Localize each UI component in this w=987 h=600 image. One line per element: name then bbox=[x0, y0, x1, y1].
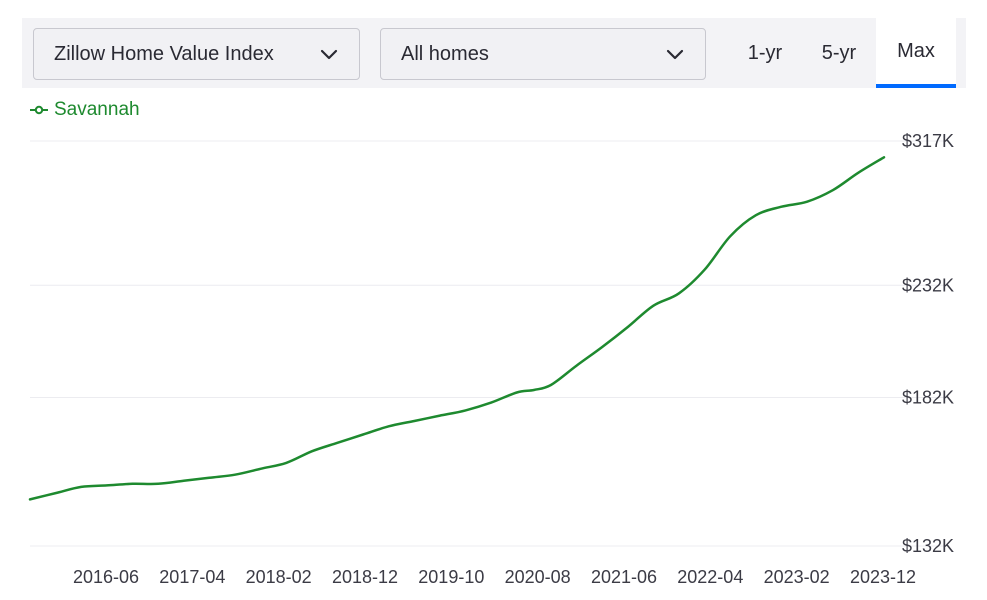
x-tick-label: 2023-02 bbox=[764, 567, 830, 587]
series-line-savannah bbox=[28, 156, 886, 501]
x-tick-label: 2019-10 bbox=[418, 567, 484, 587]
x-tick-label: 2020-08 bbox=[505, 567, 571, 587]
line-chart: $317K $232K $182K $132K 2016-06 2017-04 2018-0… bbox=[28, 131, 954, 587]
x-tick-label: 2018-12 bbox=[332, 567, 398, 587]
y-tick-label: $317K bbox=[902, 131, 954, 151]
x-tick-label: 2017-04 bbox=[159, 567, 225, 587]
x-tick-label: 2018-02 bbox=[246, 567, 312, 587]
y-tick-label: $232K bbox=[902, 275, 954, 295]
x-tick-label: 2016-06 bbox=[73, 567, 139, 587]
y-tick-label: $132K bbox=[902, 536, 954, 556]
y-tick-label: $182K bbox=[902, 388, 954, 408]
x-tick-label: 2021-06 bbox=[591, 567, 657, 587]
x-tick-label: 2023-12 bbox=[850, 567, 916, 587]
x-tick-label: 2022-04 bbox=[677, 567, 743, 587]
